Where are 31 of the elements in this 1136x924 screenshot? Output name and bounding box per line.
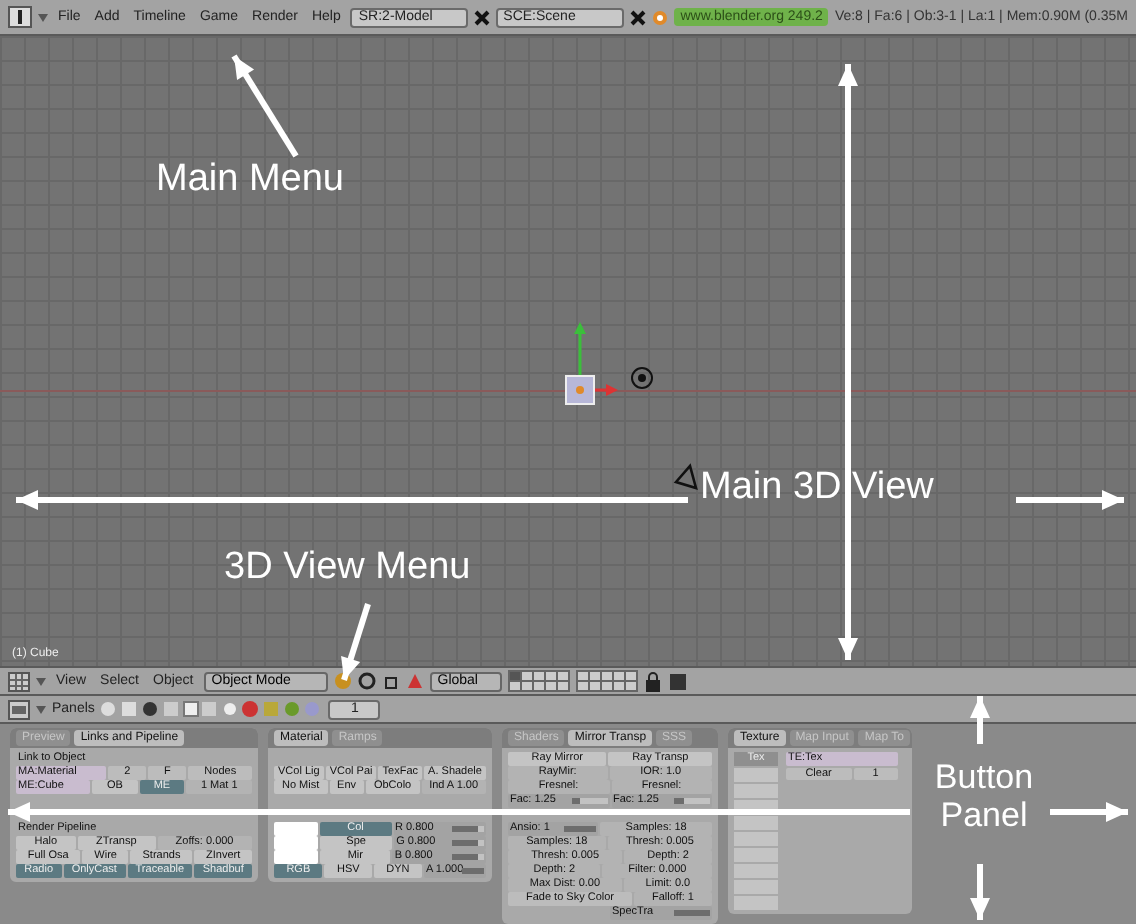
arrow [1050,802,1128,822]
grid-icon[interactable] [8,671,30,691]
logo-icon [652,9,669,25]
annotation-label: Main 3D View [700,468,934,510]
lock-icon[interactable] [643,671,662,691]
cube-drawing[interactable] [565,322,618,405]
caret-icon[interactable] [36,705,46,713]
caret-icon[interactable] [38,13,48,21]
layer-buttons[interactable] [507,670,570,692]
annotation-label: Main Menu [156,160,344,202]
annotation-label: 3D View Menu [224,548,471,590]
close-icon[interactable] [630,9,647,25]
info-icon[interactable] [8,6,32,28]
close-icon[interactable] [473,9,490,25]
arrow [231,54,299,158]
render-icon[interactable] [667,671,688,691]
lamp-icon[interactable] [631,367,653,389]
arrow [341,603,371,681]
shading-icons[interactable] [222,700,323,718]
color-swatch[interactable] [274,822,318,835]
arrow [970,696,990,744]
caret-icon[interactable] [36,677,46,685]
camera-icon[interactable] [673,463,698,490]
color-swatch[interactable] [274,850,318,863]
arrow [1016,490,1124,510]
context-icons[interactable] [100,700,217,718]
layer-buttons[interactable] [575,670,638,692]
window-type-icon[interactable] [8,699,30,719]
pivot-icon[interactable] [357,672,376,690]
arrow [970,864,990,920]
annotation-label: Button Panel [932,760,1036,835]
